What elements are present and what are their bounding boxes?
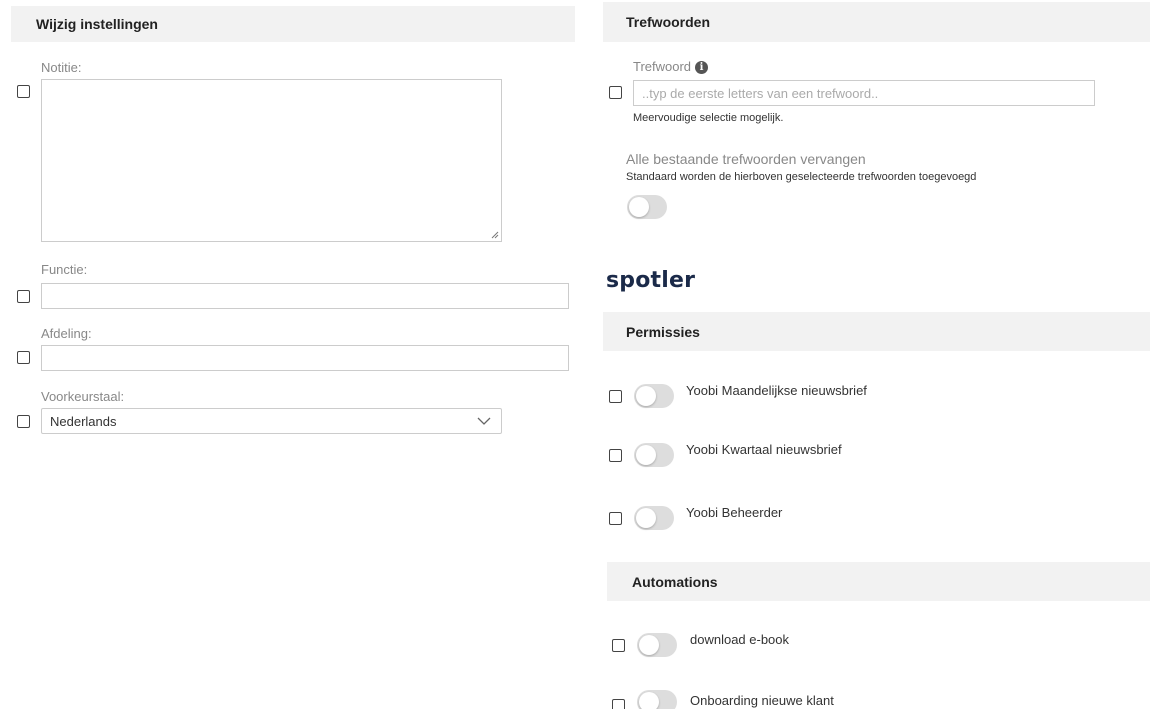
permission-toggle[interactable]: [634, 443, 674, 467]
replace-keywords-help: Standaard worden de hierboven geselectee…: [626, 171, 977, 183]
toggle-knob: [636, 386, 656, 406]
permission-label: Yoobi Maandelijkse nieuwsbrief: [686, 383, 867, 398]
info-icon[interactable]: i: [695, 61, 709, 75]
section-header-permissies: Permissies: [603, 312, 1150, 351]
afdeling-label: Afdeling:: [41, 326, 92, 341]
permission-checkbox[interactable]: [609, 449, 622, 462]
voorkeurstaal-selected-value: Nederlands: [50, 413, 117, 429]
permission-toggle[interactable]: [634, 506, 674, 530]
automation-label: download e-book: [690, 632, 790, 647]
permission-checkbox[interactable]: [609, 390, 622, 403]
toggle-knob: [639, 635, 659, 655]
trefwoord-label-text: Trefwoord: [633, 59, 692, 74]
resize-grip-icon[interactable]: [491, 231, 499, 239]
permission-checkbox[interactable]: [609, 512, 622, 525]
functie-label: Functie:: [41, 262, 88, 277]
spotler-logo: spotler: [606, 268, 696, 293]
automation-label: Onboarding nieuwe klant: [690, 693, 834, 708]
trefwoord-help-text: Meervoudige selectie mogelijk.: [633, 112, 784, 124]
automation-toggle[interactable]: [637, 690, 677, 709]
permission-toggle[interactable]: [634, 384, 674, 408]
trefwoord-label: Trefwoord i: [633, 59, 709, 75]
permission-label: Yoobi Kwartaal nieuwsbrief: [686, 442, 842, 457]
notitie-checkbox[interactable]: [17, 85, 30, 98]
section-header-wijzig-instellingen: Wijzig instellingen: [11, 6, 575, 42]
trefwoord-input[interactable]: [633, 80, 1095, 106]
automation-checkbox[interactable]: [612, 699, 625, 709]
notitie-label: Notitie:: [41, 60, 82, 75]
permission-label: Yoobi Beheerder: [686, 505, 783, 520]
section-header-automations: Automations: [607, 562, 1150, 601]
replace-keywords-toggle[interactable]: [627, 195, 667, 219]
section-header-trefwoorden: Trefwoorden: [603, 2, 1150, 42]
afdeling-checkbox[interactable]: [17, 351, 30, 364]
functie-input[interactable]: [41, 283, 569, 309]
section-title: Automations: [632, 573, 718, 590]
chevron-down-icon: [477, 417, 491, 425]
toggle-knob: [629, 197, 649, 217]
trefwoord-checkbox[interactable]: [609, 86, 622, 99]
voorkeurstaal-label: Voorkeurstaal:: [41, 389, 125, 404]
section-title: Wijzig instellingen: [36, 16, 158, 32]
replace-keywords-label: Alle bestaande trefwoorden vervangen: [626, 151, 866, 167]
automation-checkbox[interactable]: [612, 639, 625, 652]
functie-checkbox[interactable]: [17, 290, 30, 303]
toggle-knob: [636, 445, 656, 465]
afdeling-input[interactable]: [41, 345, 569, 371]
voorkeurstaal-checkbox[interactable]: [17, 415, 30, 428]
automation-toggle[interactable]: [637, 633, 677, 657]
notitie-textarea[interactable]: [41, 79, 502, 242]
toggle-knob: [636, 508, 656, 528]
toggle-knob: [639, 692, 659, 709]
settings-page: Wijzig instellingen Notitie: Functie: Af…: [0, 0, 1150, 709]
section-title: Trefwoorden: [626, 14, 711, 30]
voorkeurstaal-select[interactable]: Nederlands: [41, 408, 502, 434]
section-title: Permissies: [626, 323, 700, 340]
